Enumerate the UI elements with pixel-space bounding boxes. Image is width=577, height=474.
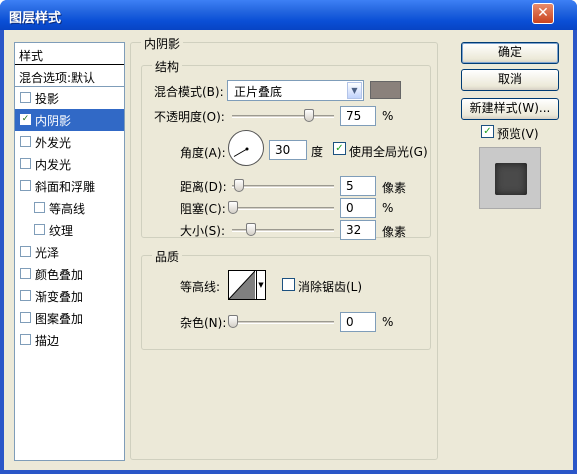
- choke-unit: %: [382, 201, 394, 215]
- opacity-input[interactable]: 75: [340, 106, 376, 126]
- angle-dial[interactable]: [228, 130, 264, 166]
- style-list-item-label: 斜面和浮雕: [35, 180, 96, 194]
- preview-checkbox[interactable]: ✓: [481, 125, 494, 138]
- style-checkbox[interactable]: ✓: [20, 114, 31, 125]
- style-list-item-label: 纹理: [49, 224, 74, 238]
- style-list-item-label: 外发光: [35, 136, 72, 150]
- noise-unit: %: [382, 315, 394, 329]
- style-list-item[interactable]: ✓ 内阴影: [15, 109, 124, 131]
- global-light-label[interactable]: 使用全局光(G): [349, 143, 428, 160]
- noise-input[interactable]: 0: [340, 312, 376, 332]
- title-bar[interactable]: 图层样式 ✕: [0, 0, 577, 30]
- style-list-item[interactable]: 颜色叠加: [15, 263, 124, 285]
- noise-slider-track[interactable]: [232, 321, 334, 324]
- distance-slider-track[interactable]: [232, 185, 334, 188]
- noise-label: 杂色(N):: [180, 316, 227, 330]
- cancel-button[interactable]: 取消: [461, 69, 559, 91]
- style-list-item-label: 颜色叠加: [35, 268, 84, 282]
- style-list-item[interactable]: 图案叠加: [15, 307, 124, 329]
- style-list-item[interactable]: 斜面和浮雕: [15, 175, 124, 197]
- style-list-item[interactable]: 渐变叠加: [15, 285, 124, 307]
- style-list-item[interactable]: 外发光: [15, 131, 124, 153]
- window-title: 图层样式: [9, 11, 62, 26]
- angle-input[interactable]: 30: [269, 140, 307, 160]
- quality-title: 品质: [152, 248, 183, 265]
- size-slider-thumb[interactable]: [246, 223, 256, 236]
- style-checkbox[interactable]: [20, 334, 31, 345]
- style-list-item-label: 内阴影: [35, 114, 72, 128]
- style-list-item[interactable]: 等高线: [15, 197, 124, 219]
- inner-shadow-panel: 内阴影 结构 混合模式(B): 正片叠底 ▼ 不透明度(O): 75 % 角度(…: [130, 35, 438, 460]
- choke-slider-thumb[interactable]: [228, 201, 238, 214]
- opacity-label: 不透明度(O):: [154, 110, 225, 124]
- quality-group: 品质 等高线: ▼ 消除锯齿(L) 杂色(N): 0 %: [141, 248, 431, 350]
- distance-input[interactable]: 5: [340, 176, 376, 196]
- contour-curve-icon: [229, 271, 255, 299]
- contour-dropdown-arrow-icon[interactable]: ▼: [256, 271, 265, 299]
- style-checkbox[interactable]: [20, 246, 31, 257]
- layer-style-dialog: 图层样式 ✕ 样式 混合选项:默认 投影 ✓ 内阴影外发光内发光斜面和浮雕等高线纹理…: [0, 0, 577, 474]
- style-checkbox[interactable]: [20, 268, 31, 279]
- new-style-button[interactable]: 新建样式(W)...: [461, 98, 559, 120]
- size-unit: 像素: [382, 225, 407, 239]
- noise-slider-thumb[interactable]: [228, 315, 238, 328]
- preview-label[interactable]: 预览(V): [497, 125, 539, 142]
- size-input[interactable]: 32: [340, 220, 376, 240]
- contour-picker[interactable]: ▼: [228, 270, 266, 300]
- global-light-checkbox[interactable]: ✓: [333, 142, 346, 155]
- ok-button[interactable]: 确定: [461, 42, 559, 64]
- blend-mode-value: 正片叠底: [234, 85, 283, 99]
- angle-dial-needle: [233, 147, 249, 157]
- preview-swatch: [495, 163, 527, 195]
- style-checkbox[interactable]: [20, 312, 31, 323]
- style-checkbox[interactable]: [34, 202, 45, 213]
- style-preview: [479, 147, 541, 209]
- style-checkbox[interactable]: [34, 224, 45, 235]
- distance-label: 距离(D):: [180, 180, 227, 194]
- anti-alias-checkbox[interactable]: [282, 278, 295, 291]
- choke-label: 阻塞(C):: [180, 202, 226, 216]
- inner-shadow-title: 内阴影: [141, 35, 184, 52]
- style-list-item-label: 光泽: [35, 246, 60, 260]
- size-label: 大小(S):: [180, 224, 226, 238]
- style-list-item[interactable]: 内发光: [15, 153, 124, 175]
- structure-title: 结构: [152, 58, 183, 75]
- blend-mode-label: 混合模式(B):: [154, 85, 224, 99]
- opacity-unit: %: [382, 109, 394, 123]
- style-list-item-label: 渐变叠加: [35, 290, 84, 304]
- distance-slider-thumb[interactable]: [234, 179, 244, 192]
- structure-group: 结构 混合模式(B): 正片叠底 ▼ 不透明度(O): 75 % 角度(A):: [141, 58, 431, 240]
- style-checkbox[interactable]: [20, 92, 31, 103]
- style-list-item[interactable]: 光泽: [15, 241, 124, 263]
- style-list-item-label: 等高线: [49, 202, 86, 216]
- choke-input[interactable]: 0: [340, 198, 376, 218]
- style-checkbox[interactable]: [20, 290, 31, 301]
- distance-unit: 像素: [382, 181, 407, 195]
- close-button[interactable]: ✕: [532, 3, 554, 24]
- style-list: 样式 混合选项:默认 投影 ✓ 内阴影外发光内发光斜面和浮雕等高线纹理光泽颜色叠加渐…: [14, 42, 125, 461]
- blend-mode-select[interactable]: 正片叠底 ▼: [227, 80, 364, 101]
- dialog-body: 样式 混合选项:默认 投影 ✓ 内阴影外发光内发光斜面和浮雕等高线纹理光泽颜色叠加渐…: [4, 30, 573, 470]
- anti-alias-label[interactable]: 消除锯齿(L): [298, 278, 362, 295]
- angle-label: 角度(A):: [180, 146, 226, 160]
- style-list-item-label: 投影: [35, 92, 60, 106]
- contour-label: 等高线:: [180, 280, 221, 294]
- style-list-item[interactable]: 描边: [15, 329, 124, 351]
- style-list-item[interactable]: 投影: [15, 87, 124, 109]
- style-list-header[interactable]: 样式: [15, 43, 124, 65]
- chevron-down-icon[interactable]: ▼: [347, 82, 362, 99]
- style-checkbox[interactable]: [20, 136, 31, 147]
- style-checkbox[interactable]: [20, 180, 31, 191]
- style-list-item[interactable]: 纹理: [15, 219, 124, 241]
- blend-options-default[interactable]: 混合选项:默认: [15, 65, 124, 87]
- style-checkbox[interactable]: [20, 158, 31, 169]
- angle-unit: 度: [311, 145, 324, 159]
- style-list-item-label: 内发光: [35, 158, 72, 172]
- style-list-item-label: 描边: [35, 334, 60, 348]
- shadow-color-swatch[interactable]: [370, 81, 401, 99]
- opacity-slider-track[interactable]: [232, 115, 334, 118]
- style-list-item-label: 图案叠加: [35, 312, 84, 326]
- choke-slider-track[interactable]: [232, 207, 334, 210]
- opacity-slider-thumb[interactable]: [303, 109, 314, 122]
